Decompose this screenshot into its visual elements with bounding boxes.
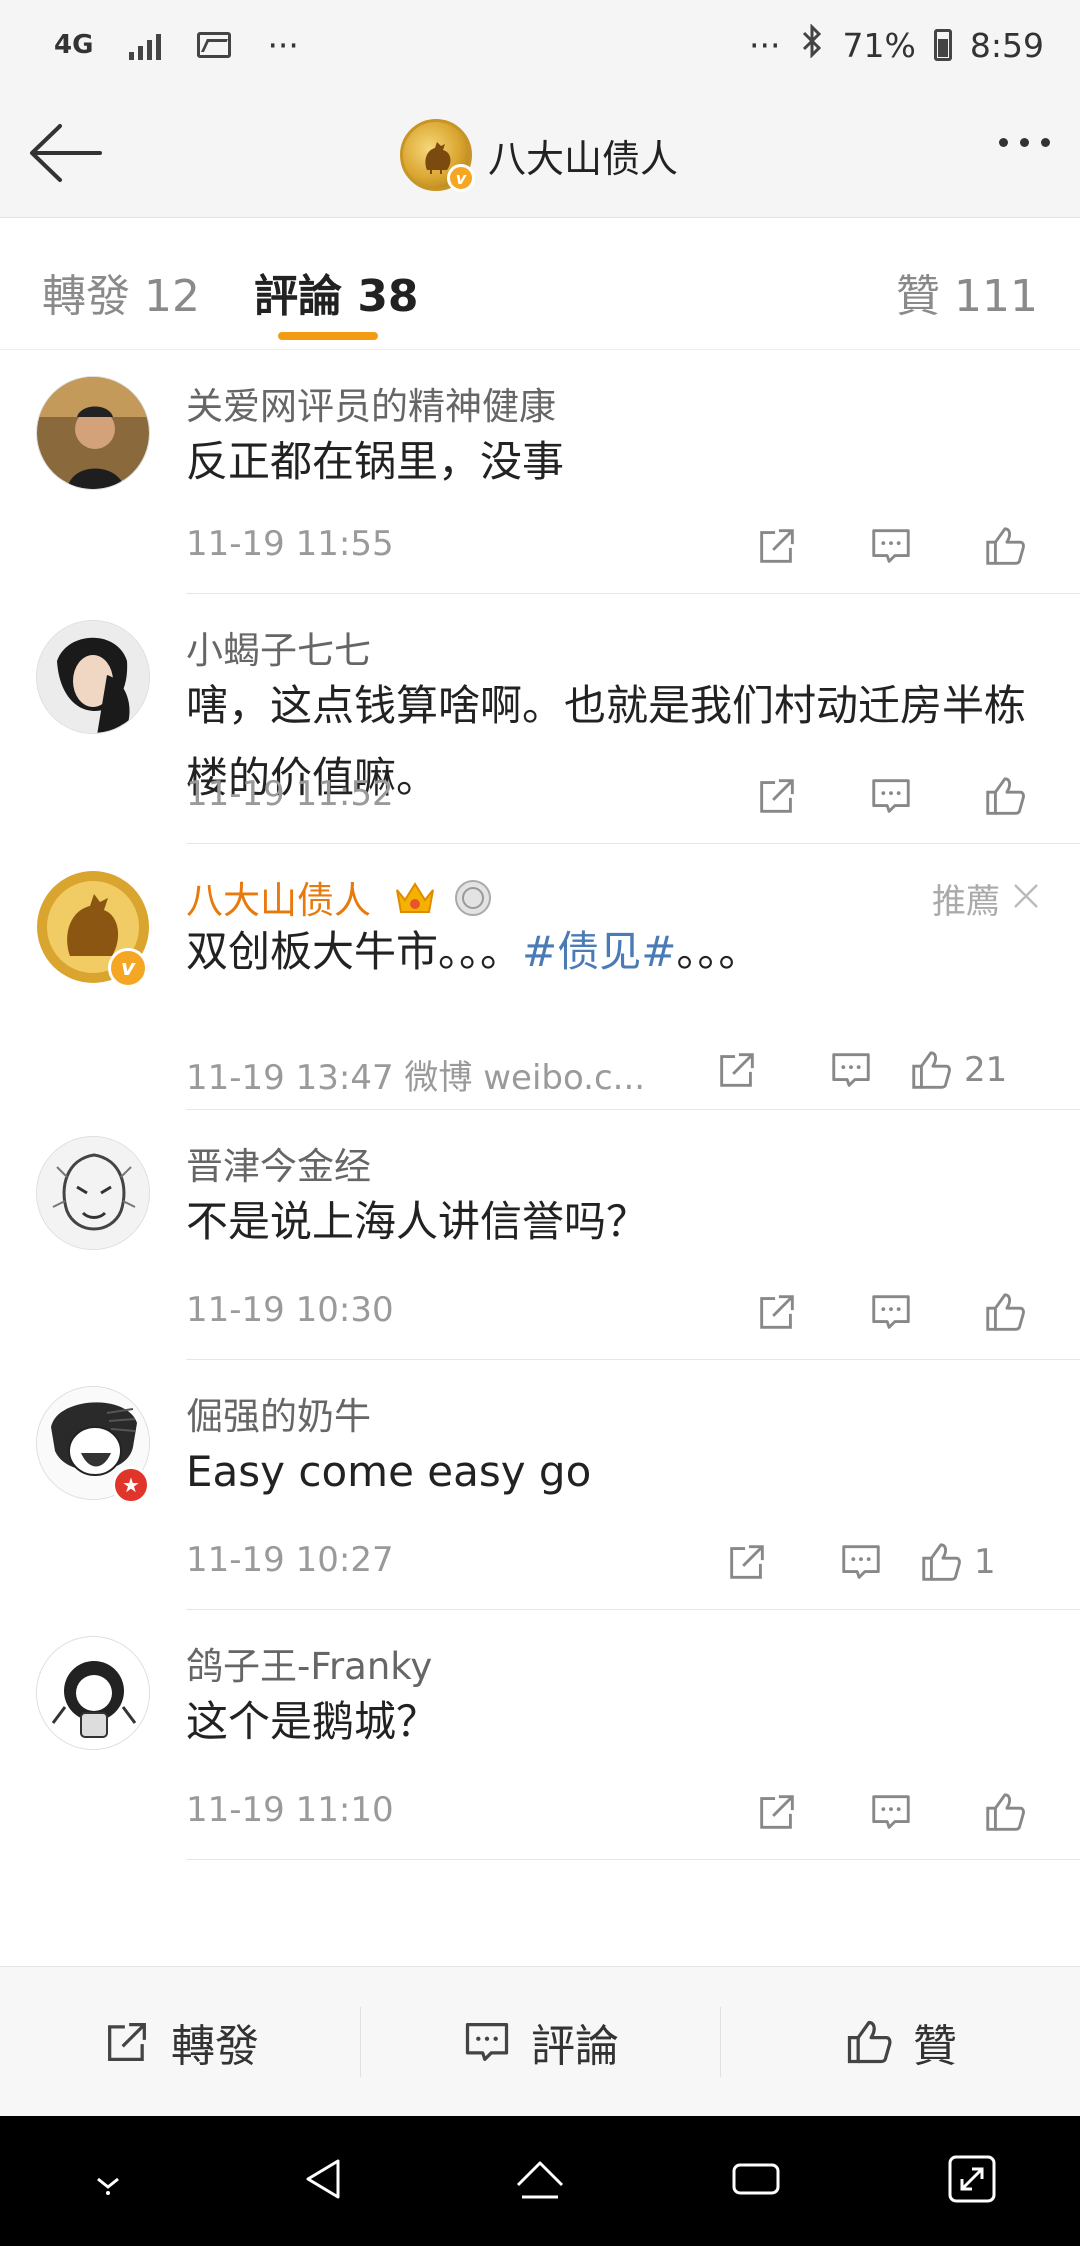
comment-username[interactable]: 晋津今金经 bbox=[186, 1136, 371, 1190]
topic-link[interactable]: #债见# bbox=[522, 927, 676, 976]
bluetooth-icon bbox=[799, 23, 825, 66]
tab-likes[interactable]: 贊 111 bbox=[896, 260, 1038, 324]
comment-text: 反正都在锅里，没事 bbox=[186, 437, 565, 486]
recent-apps-icon[interactable] bbox=[726, 2149, 786, 2213]
tab-repost[interactable]: 轉發 12 bbox=[42, 260, 200, 324]
status-more-left: ··· bbox=[267, 25, 299, 65]
like-icon[interactable] bbox=[948, 766, 1062, 826]
like-button[interactable]: 贊 bbox=[720, 1967, 1080, 2116]
comment-text-part: 。。。 bbox=[676, 927, 761, 976]
avatar[interactable] bbox=[36, 1136, 150, 1250]
comment-username[interactable]: 倔强的奶牛 bbox=[186, 1386, 371, 1440]
like-icon bbox=[847, 2020, 892, 2063]
comment-time: 11-19 10:30 bbox=[186, 1290, 394, 1330]
repost-icon[interactable] bbox=[680, 1040, 794, 1100]
like-button[interactable]: 21 bbox=[908, 1040, 1047, 1100]
home-icon[interactable] bbox=[510, 2149, 570, 2213]
comment-icon[interactable] bbox=[834, 1782, 948, 1842]
tab-comments[interactable]: 評論 38 bbox=[254, 260, 419, 324]
like-count: 21 bbox=[964, 1050, 1008, 1090]
comment-icon[interactable] bbox=[834, 1282, 948, 1342]
comment-icon[interactable] bbox=[794, 1040, 908, 1100]
repost-icon[interactable] bbox=[690, 1532, 804, 1592]
bottom-action-bar: 轉發 評論 贊 bbox=[0, 1966, 1080, 2116]
close-icon[interactable] bbox=[1012, 879, 1040, 919]
like-icon[interactable] bbox=[948, 516, 1062, 576]
gallery-icon bbox=[197, 32, 232, 58]
verified-badge-icon: v bbox=[108, 948, 148, 988]
comment-time: 11-19 11:10 bbox=[186, 1790, 394, 1830]
comment-icon bbox=[465, 2022, 509, 2061]
comment-icon[interactable] bbox=[804, 1532, 918, 1592]
star-badge-icon: ★ bbox=[112, 1466, 150, 1504]
title-group[interactable]: v 八大山债人 bbox=[400, 118, 678, 192]
author-avatar[interactable]: v bbox=[400, 119, 475, 192]
like-icon bbox=[912, 1051, 951, 1089]
comment-item: 小蝎子七七 嗐，这点钱算啥啊。也就是我们村动迁房半栋楼的价值嘛。 11-19 1… bbox=[0, 594, 1080, 844]
comment-username[interactable]: 鸽子王-Franky bbox=[186, 1636, 432, 1690]
comment-text-part: 双创板大牛市。。。 bbox=[186, 927, 523, 976]
verified-badge-icon: v bbox=[447, 164, 475, 192]
status-more-right: ··· bbox=[749, 25, 781, 65]
comment-source[interactable]: 微博 weibo.c... bbox=[404, 1058, 645, 1098]
back-triangle-icon[interactable] bbox=[294, 2149, 354, 2213]
repost-icon[interactable] bbox=[720, 766, 834, 826]
repost-label: 轉發 bbox=[171, 2020, 259, 2072]
avatar[interactable] bbox=[36, 376, 150, 490]
comment-time: 11-19 11:52 bbox=[186, 774, 394, 814]
comment-button[interactable]: 評論 bbox=[360, 1967, 720, 2116]
avatar[interactable] bbox=[36, 620, 150, 734]
status-bar: 4G ··· ··· 71% 8:59 bbox=[0, 0, 1080, 90]
repost-icon[interactable] bbox=[720, 1782, 834, 1842]
like-count: 1 bbox=[974, 1542, 996, 1582]
repost-button[interactable]: 轉發 bbox=[0, 1967, 360, 2116]
expand-icon[interactable] bbox=[942, 2149, 1002, 2213]
clock: 8:59 bbox=[969, 25, 1044, 65]
more-options-icon[interactable] bbox=[999, 138, 1050, 147]
like-button[interactable]: 1 bbox=[918, 1532, 1050, 1592]
comment-item: 晋津今金经 不是说上海人讲信誉吗？ 11-19 10:30 bbox=[0, 1110, 1080, 1360]
comment-time: 11-19 10:27 bbox=[186, 1540, 394, 1580]
battery-icon bbox=[933, 29, 952, 61]
comment-text: 这个是鹅城？ bbox=[186, 1697, 439, 1746]
comment-meta: 11-19 13:47 微博 weibo.c... bbox=[186, 1050, 645, 1099]
comment-item: ★ 倔强的奶牛 Easy come easy go 11-19 10:27 1 bbox=[0, 1360, 1080, 1610]
page-title: 八大山债人 bbox=[488, 136, 679, 181]
comment-time: 11-19 11:55 bbox=[186, 524, 394, 564]
like-icon[interactable] bbox=[948, 1782, 1062, 1842]
network-type: 4G bbox=[54, 30, 94, 60]
repost-icon bbox=[108, 2022, 146, 2061]
chevron-down-icon[interactable] bbox=[78, 2149, 138, 2213]
comment-label: 評論 bbox=[531, 2020, 619, 2072]
title-bar: v 八大山债人 bbox=[0, 90, 1080, 218]
like-icon bbox=[922, 1543, 961, 1581]
back-arrow-icon[interactable] bbox=[26, 118, 106, 188]
comment-icon[interactable] bbox=[834, 516, 948, 576]
comment-item: 鸽子王-Franky 这个是鹅城？ 11-19 11:10 bbox=[0, 1610, 1080, 1860]
comment-username[interactable]: 小蝎子七七 bbox=[186, 620, 371, 674]
tab-bar: 轉發 12 評論 38 贊 111 bbox=[0, 218, 1080, 350]
signal-icon bbox=[129, 30, 162, 60]
active-tab-indicator bbox=[278, 332, 378, 340]
comment-text: 双创板大牛市。。。#债见#。。。 bbox=[186, 916, 1046, 988]
comment-list: 关爱网评员的精神健康 反正都在锅里，没事 11-19 11:55 小蝎子七七 嗐… bbox=[0, 350, 1080, 1860]
comment-item: 关爱网评员的精神健康 反正都在锅里，没事 11-19 11:55 bbox=[0, 350, 1080, 594]
comment-text: 不是说上海人讲信誉吗？ bbox=[186, 1197, 649, 1246]
repost-icon[interactable] bbox=[720, 516, 834, 576]
like-icon[interactable] bbox=[948, 1282, 1062, 1342]
repost-icon[interactable] bbox=[720, 1282, 834, 1342]
system-nav-bar bbox=[0, 2116, 1080, 2246]
comment-time: 11-19 13:47 bbox=[186, 1058, 394, 1098]
like-label: 贊 bbox=[913, 2020, 957, 2072]
comment-text: Easy come easy go bbox=[186, 1447, 592, 1496]
comment-item-recommended: v 八大山债人 推薦 双创板大牛市。。。#债见#。。。 11-19 13:47 … bbox=[0, 844, 1080, 1110]
comment-username[interactable]: 关爱网评员的精神健康 bbox=[186, 376, 556, 430]
comment-icon[interactable] bbox=[834, 766, 948, 826]
avatar[interactable] bbox=[36, 1636, 150, 1750]
battery-percent: 71% bbox=[842, 25, 916, 65]
